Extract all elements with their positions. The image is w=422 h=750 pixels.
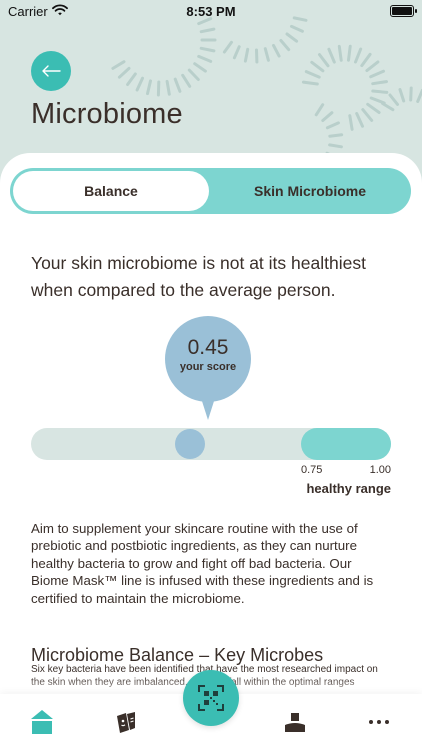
pattern-dash xyxy=(347,44,352,62)
key-microbes-title: Microbiome Balance – Key Microbes xyxy=(31,645,324,665)
pattern-dash xyxy=(360,52,372,68)
pattern-dash xyxy=(232,45,241,60)
pattern-dash xyxy=(187,68,200,81)
pattern-dash xyxy=(328,143,343,149)
pattern-dash xyxy=(310,60,325,73)
tab-home[interactable] xyxy=(28,708,56,736)
back-button[interactable] xyxy=(31,51,71,91)
more-icon xyxy=(369,720,389,724)
scan-button[interactable] xyxy=(183,670,239,726)
score-marker xyxy=(175,429,205,459)
tab-more[interactable] xyxy=(365,708,393,736)
pattern-dash xyxy=(321,111,334,122)
back-arrow-icon xyxy=(42,65,61,77)
scan-icon xyxy=(198,685,224,711)
score-headline: Your skin microbiome is not at its healt… xyxy=(31,253,366,300)
clock: 8:53 PM xyxy=(186,4,236,19)
pattern-dash xyxy=(325,121,340,130)
pattern-dash xyxy=(304,70,321,79)
page-title: Microbiome xyxy=(31,98,183,130)
pattern-dash xyxy=(398,88,406,103)
status-bar: Carrier 8:53 PM xyxy=(0,0,422,24)
pattern-dash xyxy=(366,102,381,114)
screen: Carrier 8:53 PM Microbiome Balance Skin … xyxy=(0,0,422,750)
pattern-dash xyxy=(285,32,299,43)
pattern-dash xyxy=(290,24,304,33)
pattern-dash xyxy=(272,43,281,58)
pattern-dash xyxy=(126,72,137,86)
pattern-dash xyxy=(181,73,192,88)
healthy-range-bar xyxy=(301,428,391,460)
pattern-dash xyxy=(409,86,413,102)
range-max-label: 1.00 xyxy=(369,464,391,476)
pattern-dash xyxy=(135,76,144,92)
pattern-dash xyxy=(416,88,422,103)
pattern-dash xyxy=(222,40,233,54)
pattern-dash xyxy=(337,44,343,62)
pattern-dash xyxy=(193,62,207,73)
tab-skin-microbiome[interactable]: Skin Microbiome xyxy=(211,171,409,211)
pattern-dash xyxy=(381,102,395,112)
pattern-dash xyxy=(328,133,344,138)
score-label: your score xyxy=(179,361,237,373)
battery-icon xyxy=(390,5,417,17)
pattern-dash xyxy=(361,108,374,122)
profile-icon xyxy=(285,713,305,732)
pattern-dash xyxy=(279,39,291,52)
pattern-dash xyxy=(165,79,171,96)
pattern-dash xyxy=(327,47,336,64)
pattern-dash xyxy=(197,54,213,63)
tab-profile[interactable] xyxy=(281,708,309,736)
healthy-range-label: healthy range xyxy=(306,481,391,496)
pattern-dash xyxy=(146,79,152,96)
score-value: 0.45 xyxy=(187,336,229,359)
range-min-label: 0.75 xyxy=(301,464,323,476)
pattern-dash xyxy=(199,27,216,34)
pattern-dash xyxy=(243,47,250,63)
pattern-dash xyxy=(263,47,270,62)
pattern-dash xyxy=(318,53,330,68)
pattern-dash xyxy=(199,46,216,53)
pattern-dash xyxy=(111,60,126,70)
pattern-dash xyxy=(301,80,319,86)
score-bubble-pointer xyxy=(201,398,215,420)
pattern-dash xyxy=(388,93,399,106)
pattern-dash xyxy=(314,103,325,117)
pattern-dash xyxy=(365,60,380,73)
pattern-dash xyxy=(173,77,182,93)
pattern-dash xyxy=(348,114,354,131)
tab-products[interactable] xyxy=(112,708,140,736)
advice-text: Aim to supplement your skincare routine … xyxy=(31,521,374,606)
pattern-dash xyxy=(371,89,389,94)
pattern-dash xyxy=(117,66,131,79)
pattern-dash xyxy=(354,47,363,64)
tab-balance[interactable]: Balance xyxy=(13,171,209,211)
pattern-dash xyxy=(355,112,364,128)
pattern-dash xyxy=(371,80,388,86)
pattern-dash xyxy=(369,69,385,79)
home-icon xyxy=(31,710,53,734)
products-icon xyxy=(117,712,135,733)
